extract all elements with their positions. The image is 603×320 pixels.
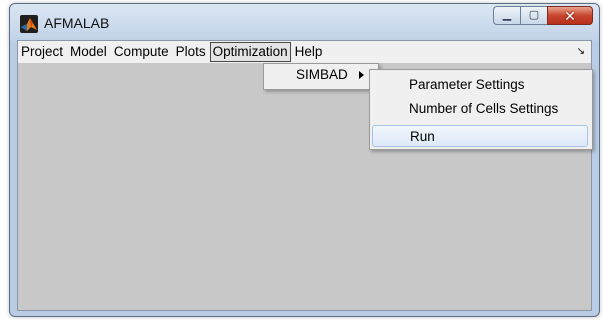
menu-item-run[interactable]: Run [372, 125, 588, 147]
menu-item-number-of-cells-label: Number of Cells Settings [409, 101, 559, 116]
menu-plots[interactable]: Plots [173, 42, 209, 62]
matlab-logo-icon [20, 15, 38, 33]
maximize-button[interactable]: ▢ [520, 6, 547, 25]
menu-optimization[interactable]: Optimization [209, 42, 291, 62]
minimize-button[interactable]: ▁ [493, 6, 520, 25]
title-bar[interactable]: AFMALAB ▁ ▢ ✕ [10, 4, 599, 40]
app-window: AFMALAB ▁ ▢ ✕ Project Model Compute Plot… [9, 3, 600, 317]
menu-bar: Project Model Compute Plots Optimization… [18, 41, 591, 63]
menu-model[interactable]: Model [67, 42, 110, 62]
window-controls: ▁ ▢ ✕ [493, 6, 593, 26]
menu-project[interactable]: Project [18, 42, 66, 62]
simbad-submenu: Parameter Settings Number of Cells Setti… [369, 69, 593, 150]
menu-help[interactable]: Help [292, 42, 326, 62]
menu-item-parameter-settings-label: Parameter Settings [409, 77, 525, 92]
minimize-icon: ▁ [502, 9, 512, 21]
close-button[interactable]: ✕ [547, 6, 593, 25]
menu-item-run-label: Run [410, 129, 435, 144]
window-title: AFMALAB [44, 15, 110, 31]
menu-item-number-of-cells-settings[interactable]: Number of Cells Settings [372, 98, 588, 120]
menu-item-simbad-label: SIMBAD [296, 67, 348, 82]
menu-compute[interactable]: Compute [111, 42, 172, 62]
optimization-submenu: SIMBAD [263, 63, 379, 90]
menubar-overflow-icon[interactable]: ↘ [577, 46, 585, 57]
close-icon: ✕ [564, 7, 576, 24]
menu-item-simbad[interactable]: SIMBAD [264, 66, 378, 87]
submenu-arrow-icon [359, 71, 364, 79]
menu-item-parameter-settings[interactable]: Parameter Settings [372, 74, 588, 96]
figure-canvas: Project Model Compute Plots Optimization… [17, 40, 593, 311]
maximize-icon: ▢ [528, 9, 540, 21]
